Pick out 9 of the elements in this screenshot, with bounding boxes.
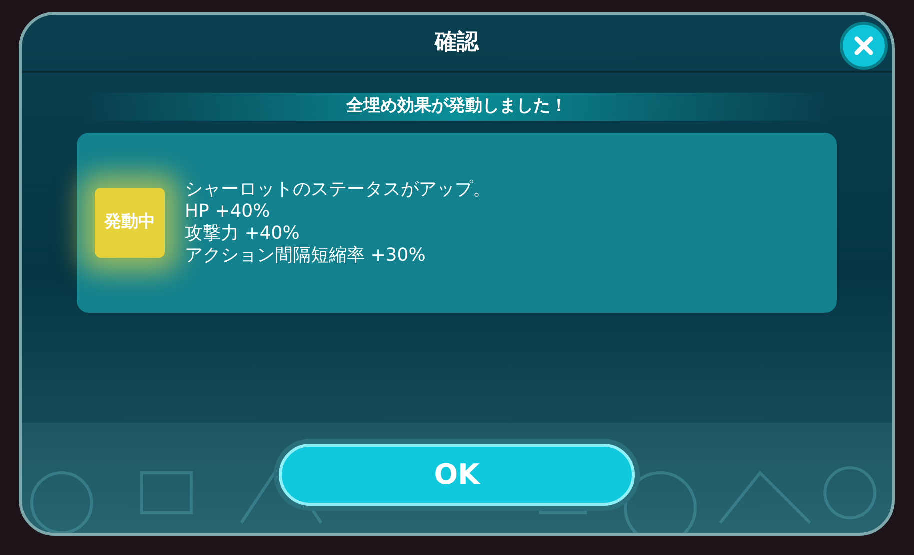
effect-line: アクション間隔短縮率 +30% — [185, 244, 427, 266]
banner-text: 全埋め効果が発動しました！ — [346, 94, 568, 118]
close-icon — [853, 35, 875, 57]
effect-line: シャーロットのステータスがアップ。 — [185, 178, 491, 200]
dialog-title: 確認 — [435, 29, 479, 57]
ok-button[interactable]: OK — [279, 444, 635, 506]
effect-line: HP +40% — [185, 200, 272, 222]
effect-line: 攻撃力 +40% — [185, 222, 301, 244]
badge-text: 発動中 — [104, 210, 156, 234]
